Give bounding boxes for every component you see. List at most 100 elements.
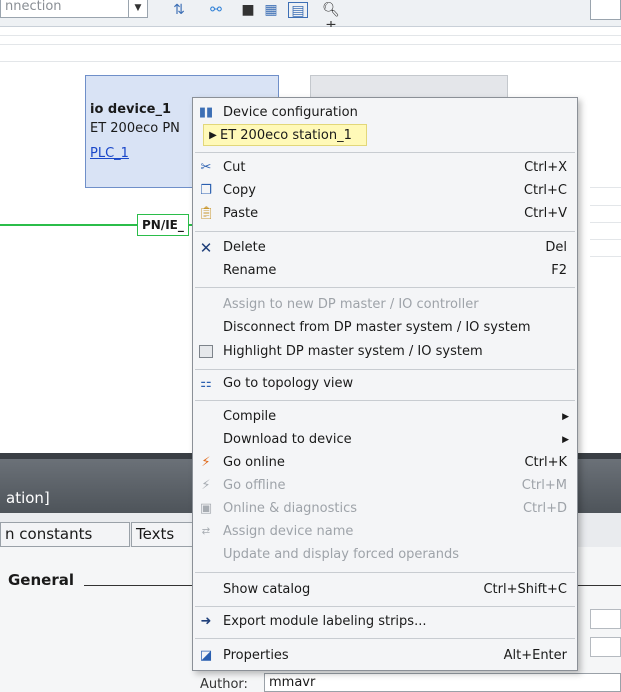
menu-item-device-configuration[interactable]: ▮▮ Device configuration [193, 102, 577, 124]
menu-separator [195, 400, 575, 401]
device-name: io device_1 [90, 102, 172, 117]
menu-item-rename[interactable]: Rename F2 [193, 260, 577, 282]
tab-constants[interactable]: n constants [0, 522, 130, 547]
grid-line [0, 35, 621, 36]
menu-separator [195, 638, 575, 639]
menu-item-station[interactable]: ▶ ET 200eco station_1 [203, 124, 367, 146]
menu-item-shortcut: Ctrl+V [524, 206, 567, 221]
menu-item-shortcut: Ctrl+K [524, 455, 567, 470]
menu-item-highlight[interactable]: Highlight DP master system / IO system [193, 341, 577, 363]
menu-item-label: Show catalog [223, 582, 311, 597]
network-label[interactable]: PN/IE_ [137, 214, 189, 236]
go-online-icon: ⚡ [201, 455, 211, 470]
export-arrow-icon: ➜ [200, 614, 212, 629]
menu-separator [195, 369, 575, 370]
menu-item-export-labeling[interactable]: ➜ Export module labeling strips... [193, 611, 577, 633]
menu-item-assign-dp-master[interactable]: Assign to new DP master / IO controller [193, 294, 577, 316]
menu-item-label: Export module labeling strips... [223, 614, 427, 629]
network-icon[interactable]: ⚯ [205, 2, 227, 18]
menu-item-online-diagnostics[interactable]: ▣ Online & diagnostics Ctrl+D [193, 498, 577, 520]
scissors-icon: ✂ [200, 160, 212, 175]
property-field[interactable] [590, 609, 621, 629]
submenu-arrow-icon: ▶ [562, 435, 569, 445]
menu-item-delete[interactable]: ✕ Delete Del [193, 237, 577, 259]
menu-item-label: Delete [223, 240, 266, 255]
grid-line [590, 187, 621, 188]
menu-item-shortcut: Alt+Enter [503, 648, 567, 663]
checkbox-icon[interactable] [199, 345, 213, 358]
menu-item-label: Highlight DP master system / IO system [223, 344, 483, 359]
menu-item-label: Compile [223, 409, 277, 424]
topology-icon[interactable]: ⇅ [170, 2, 188, 18]
menu-item-copy[interactable]: ❐ Copy Ctrl+C [193, 180, 577, 202]
grid-line [590, 256, 621, 257]
menu-item-label: Disconnect from DP master system / IO sy… [223, 320, 531, 335]
menu-item-label: Go to topology view [223, 376, 354, 391]
menu-item-label: Paste [223, 206, 259, 221]
device-icon[interactable]: ■ [240, 2, 256, 18]
device-type: ET 200eco PN [90, 121, 180, 136]
assign-name-icon: ⇄ [201, 526, 211, 537]
menu-item-forced-operands[interactable]: Update and display forced operands [193, 544, 577, 566]
grid-line [590, 205, 621, 206]
menu-item-label: Assign device name [223, 524, 354, 539]
menu-item-shortcut: Ctrl+X [524, 160, 567, 175]
menu-separator [195, 606, 575, 607]
menu-item-disconnect[interactable]: Disconnect from DP master system / IO sy… [193, 317, 577, 339]
zoom-icon[interactable]: 🔍︎± [318, 2, 344, 34]
menu-item-label: Properties [223, 648, 289, 663]
menu-item-label: Update and display forced operands [223, 547, 459, 562]
menu-item-shortcut: Ctrl+M [521, 478, 567, 493]
menu-item-label: Online & diagnostics [223, 501, 358, 516]
section-general: General [8, 571, 74, 589]
menu-item-cut[interactable]: ✂ Cut Ctrl+X [193, 157, 577, 179]
tab-texts[interactable]: Texts [131, 522, 201, 547]
property-field[interactable] [590, 637, 621, 657]
menu-separator [195, 287, 575, 288]
overview-icon[interactable]: ▤ [288, 2, 308, 19]
menu-item-paste[interactable]: 📋︎ Paste Ctrl+V [193, 203, 577, 225]
grid-line [590, 239, 621, 240]
grid-line [590, 222, 621, 223]
menu-item-label: Go online [223, 455, 285, 470]
table-icon[interactable]: ▦ [262, 2, 280, 18]
chevron-down-icon[interactable]: ▼ [128, 0, 147, 17]
author-label: Author: [200, 677, 248, 692]
menu-item-shortcut: Ctrl+C [523, 183, 567, 198]
paste-icon: 📋︎ [198, 206, 215, 221]
menu-item-go-online[interactable]: ⚡ Go online Ctrl+K [193, 452, 577, 474]
author-field[interactable]: mmavr [264, 673, 621, 692]
properties-icon: ◪ [199, 648, 213, 663]
menu-separator [195, 152, 575, 153]
grid-line [0, 61, 621, 62]
menu-item-shortcut: F2 [551, 263, 567, 278]
editor-toolbar: nnection ▼ ⇅ ⚯ ■ ▦ ▤ 🔍︎± [0, 0, 621, 34]
device-configuration-icon: ▮▮ [198, 105, 214, 120]
menu-item-shortcut: Ctrl+Shift+C [483, 582, 567, 597]
menu-item-properties[interactable]: ◪ Properties Alt+Enter [193, 645, 577, 667]
io-controller-link[interactable]: PLC_1 [90, 146, 129, 161]
menu-item-go-offline[interactable]: ⚡ Go offline Ctrl+M [193, 475, 577, 497]
grid-line [0, 44, 621, 45]
menu-item-topology-view[interactable]: ⚏ Go to topology view [193, 373, 577, 395]
menu-item-label: Download to device [223, 432, 352, 447]
menu-item-assign-device-name[interactable]: ⇄ Assign device name [193, 521, 577, 543]
menu-item-show-catalog[interactable]: Show catalog Ctrl+Shift+C [193, 579, 577, 601]
connection-combo-value: nnection [5, 0, 62, 14]
menu-item-compile[interactable]: Compile ▶ [193, 406, 577, 428]
menu-item-download[interactable]: Download to device ▶ [193, 429, 577, 451]
diagnostics-icon: ▣ [199, 501, 213, 516]
delete-icon: ✕ [199, 239, 213, 257]
menu-item-label: Assign to new DP master / IO controller [223, 297, 479, 312]
submenu-arrow-icon: ▶ [562, 412, 569, 422]
toolbar-right-field[interactable] [590, 0, 621, 20]
menu-item-shortcut: Del [545, 240, 567, 255]
copy-icon: ❐ [200, 183, 212, 198]
topology-icon: ⚏ [200, 376, 212, 391]
menu-item-label: Cut [223, 160, 246, 175]
menu-item-label: Rename [223, 263, 277, 278]
menu-item-label: ET 200eco station_1 [220, 128, 352, 143]
menu-separator [195, 572, 575, 573]
connection-combo[interactable]: nnection ▼ [0, 0, 148, 18]
triangle-right-icon: ▶ [209, 130, 217, 141]
